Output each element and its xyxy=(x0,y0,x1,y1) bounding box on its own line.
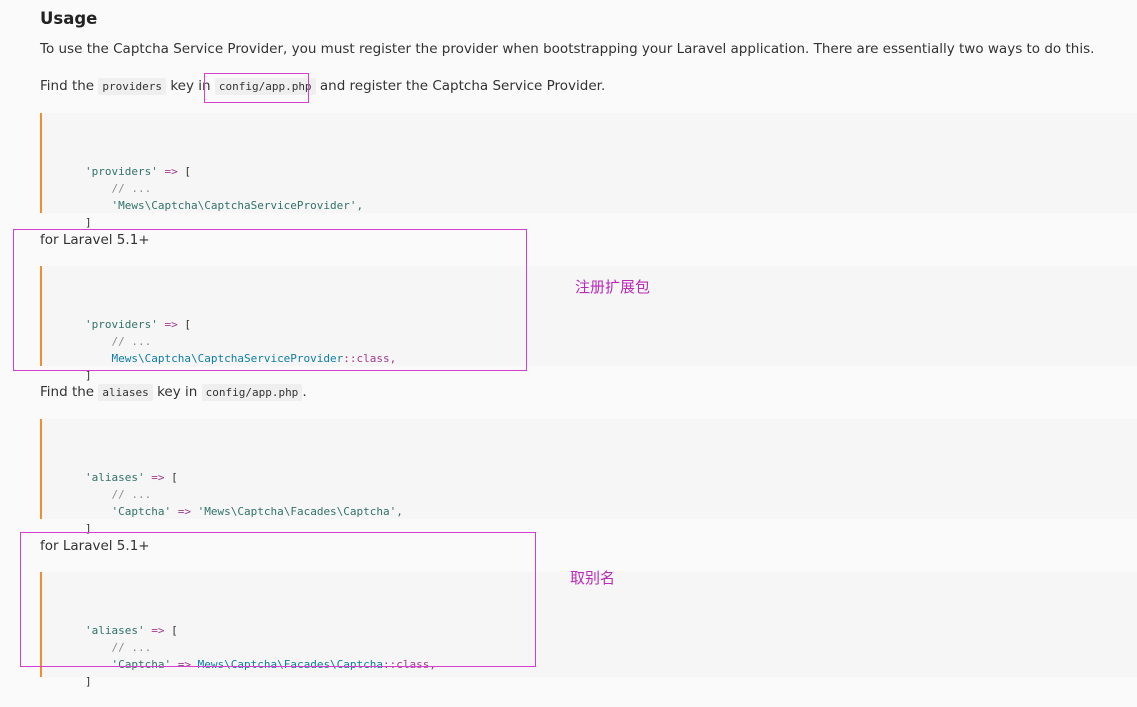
section-heading: Usage xyxy=(40,9,98,28)
text: Find the xyxy=(40,78,95,94)
text: and register the Captcha Service Provide… xyxy=(319,78,606,94)
highlight-box-alias xyxy=(20,532,536,667)
text: key in xyxy=(157,384,198,400)
annotation-alias: 取别名 xyxy=(570,569,616,587)
text: Find the xyxy=(40,384,95,400)
code-block-aliases: 'aliases' => [ // ... 'Captcha' => 'Mews… xyxy=(40,419,1137,535)
highlight-box-config-file xyxy=(204,73,309,103)
inline-code-aliases: aliases xyxy=(98,384,153,401)
find-aliases-line: Find the aliases key in config/app.php. xyxy=(40,384,307,401)
inline-code-providers: providers xyxy=(98,78,167,95)
annotation-register: 注册扩展包 xyxy=(575,278,651,296)
find-providers-line: Find the providers key in config/app.php… xyxy=(40,78,606,95)
text: . xyxy=(302,384,307,400)
inline-code-config-file: config/app.php xyxy=(201,384,303,401)
highlight-box-register xyxy=(13,229,527,371)
intro-paragraph: To use the Captcha Service Provider, you… xyxy=(40,41,1095,57)
code-block-providers: 'providers' => [ // ... 'Mews\Captcha\Ca… xyxy=(40,113,1137,229)
